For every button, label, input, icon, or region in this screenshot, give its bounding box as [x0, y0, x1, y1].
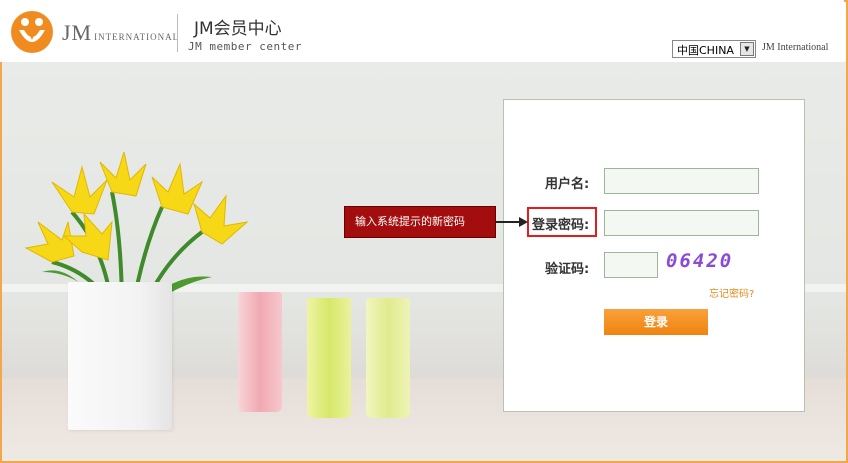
forgot-password-link[interactable]: 忘记密码? — [709, 285, 754, 300]
page-subtitle: JM member center — [188, 40, 302, 53]
logo-small-text: INTERNATIONAL — [94, 32, 180, 42]
captcha-image[interactable]: 06420 — [666, 250, 733, 272]
header-divider — [177, 14, 178, 52]
logo-wordmark: JM INTERNATIONAL — [62, 20, 179, 46]
international-link[interactable]: JM International — [762, 42, 828, 53]
chevron-down-icon[interactable]: ▼ — [740, 42, 754, 56]
region-select[interactable]: 中国CHINA ▼ — [672, 40, 756, 58]
logo-big-text: JM — [62, 20, 93, 45]
white-flower-pot — [68, 282, 172, 430]
instruction-callout: 输入系统提示的新密码 — [344, 206, 496, 238]
login-button[interactable]: 登录 — [604, 309, 708, 335]
header: JM INTERNATIONAL JM会员中心 JM member center … — [0, 0, 844, 62]
page-title: JM会员中心 — [194, 19, 282, 39]
green-glass — [307, 298, 351, 418]
region-select-value: 中国CHINA — [677, 44, 734, 57]
username-label: 用户名: — [545, 177, 590, 192]
pink-glass — [238, 292, 282, 412]
password-label-highlight — [527, 207, 597, 237]
captcha-label: 验证码: — [545, 262, 590, 277]
lime-glass — [366, 298, 410, 418]
captcha-input[interactable] — [604, 252, 658, 278]
username-input[interactable] — [604, 168, 759, 194]
jm-logo-icon — [11, 11, 53, 53]
arrow-right-icon — [519, 217, 528, 227]
password-input[interactable] — [604, 210, 759, 236]
